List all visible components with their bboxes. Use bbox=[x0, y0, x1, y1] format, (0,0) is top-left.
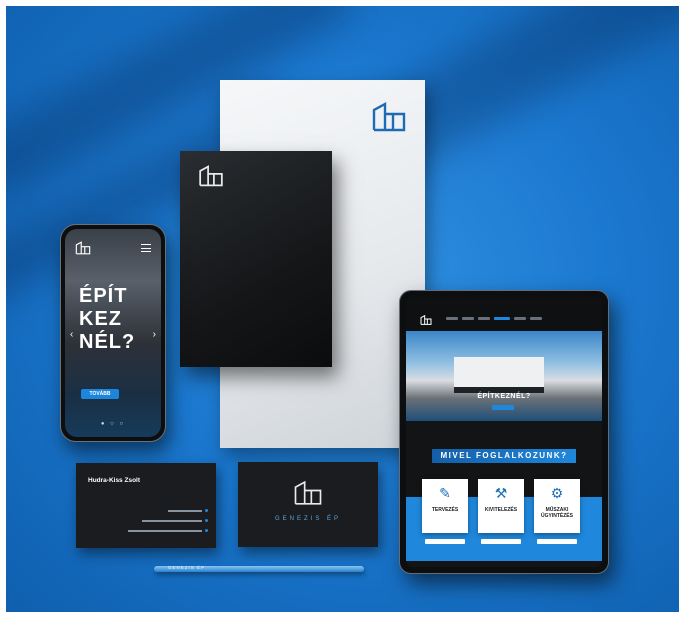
house-logo-icon bbox=[420, 315, 432, 325]
service-card-technical[interactable]: ⚙ MŰSZAKI ÜGYINTÉZÉS bbox=[534, 479, 580, 533]
phone-icon bbox=[205, 509, 208, 512]
house-logo-icon bbox=[372, 102, 406, 132]
business-card-contact: Hudra-Kiss Zsolt bbox=[76, 463, 216, 548]
service-more-button[interactable] bbox=[537, 539, 577, 544]
smartphone: ÉPÍT KEZ NÉL? ‹ › TOVÁBB ● ○ ○ bbox=[60, 224, 166, 442]
chevron-right-icon[interactable]: › bbox=[153, 329, 156, 340]
card-person-name: Hudra-Kiss Zsolt bbox=[88, 477, 141, 484]
gears-icon: ⚙ bbox=[550, 485, 564, 501]
nav-link[interactable] bbox=[478, 317, 490, 320]
nav-link[interactable] bbox=[462, 317, 474, 320]
service-card-design[interactable]: ✎ TERVEZÉS bbox=[422, 479, 468, 533]
branded-pencil: GENEZIS ÉP bbox=[154, 565, 364, 572]
chevron-left-icon[interactable]: ‹ bbox=[70, 329, 73, 340]
black-folder bbox=[180, 151, 332, 367]
phone-headline: ÉPÍT KEZ NÉL? bbox=[79, 285, 135, 354]
cta-button[interactable]: TOVÁBB bbox=[81, 389, 119, 399]
nav-link-active[interactable] bbox=[494, 317, 510, 320]
card-contact-line bbox=[128, 529, 208, 532]
nav-link[interactable] bbox=[514, 317, 526, 320]
pencil-ruler-icon: ✎ bbox=[439, 485, 451, 501]
service-label: MŰSZAKI ÜGYINTÉZÉS bbox=[541, 507, 573, 519]
service-card-construction[interactable]: ⚒ KIVITELEZÉS bbox=[478, 479, 524, 533]
nav-link[interactable] bbox=[530, 317, 542, 320]
pencil-label: GENEZIS ÉP bbox=[168, 565, 206, 570]
location-icon bbox=[205, 529, 208, 532]
service-more-button[interactable] bbox=[481, 539, 521, 544]
email-icon bbox=[205, 519, 208, 522]
brand-wordmark: GENEZIS ÉP bbox=[274, 516, 341, 522]
service-more-button[interactable] bbox=[425, 539, 465, 544]
service-label: KIVITELEZÉS bbox=[484, 507, 518, 513]
business-card-brand: GENEZIS ÉP bbox=[238, 462, 378, 547]
hero-title: ÉPÍTKEZNÉL? bbox=[477, 393, 531, 400]
hero-house-image bbox=[454, 357, 544, 387]
product-mockup-scene: ÉPÍT KEZ NÉL? ‹ › TOVÁBB ● ○ ○ Hudra-Kis… bbox=[6, 6, 679, 612]
section-title: MIVEL FOGLALKOZUNK? bbox=[432, 449, 576, 463]
nav-links bbox=[446, 317, 542, 320]
house-logo-icon bbox=[294, 480, 322, 505]
house-logo-icon bbox=[199, 165, 223, 187]
card-contact-line bbox=[168, 509, 208, 512]
hero-banner: ÉPÍTKEZNÉL? bbox=[406, 331, 602, 421]
house-logo-icon bbox=[75, 241, 91, 255]
headline-line: NÉL? bbox=[79, 331, 136, 353]
phone-header bbox=[75, 241, 151, 257]
slider-dots[interactable]: ● ○ ○ bbox=[65, 421, 161, 427]
tablet: ÉPÍTKEZNÉL? MIVEL FOGLALKOZUNK? ✎ TERVEZ… bbox=[399, 290, 609, 574]
phone-screen: ÉPÍT KEZ NÉL? ‹ › TOVÁBB ● ○ ○ bbox=[65, 229, 161, 437]
card-contact-line bbox=[142, 519, 208, 522]
headline-line: KEZ bbox=[79, 308, 122, 330]
tablet-screen: ÉPÍTKEZNÉL? MIVEL FOGLALKOZUNK? ✎ TERVEZ… bbox=[406, 297, 602, 567]
nav-link[interactable] bbox=[446, 317, 458, 320]
menu-icon[interactable] bbox=[141, 244, 151, 252]
tools-icon: ⚒ bbox=[494, 485, 508, 501]
headline-line: ÉPÍT bbox=[79, 285, 128, 307]
service-label: TERVEZÉS bbox=[431, 507, 459, 513]
hero-button[interactable] bbox=[492, 405, 514, 410]
tablet-navbar bbox=[406, 297, 602, 331]
